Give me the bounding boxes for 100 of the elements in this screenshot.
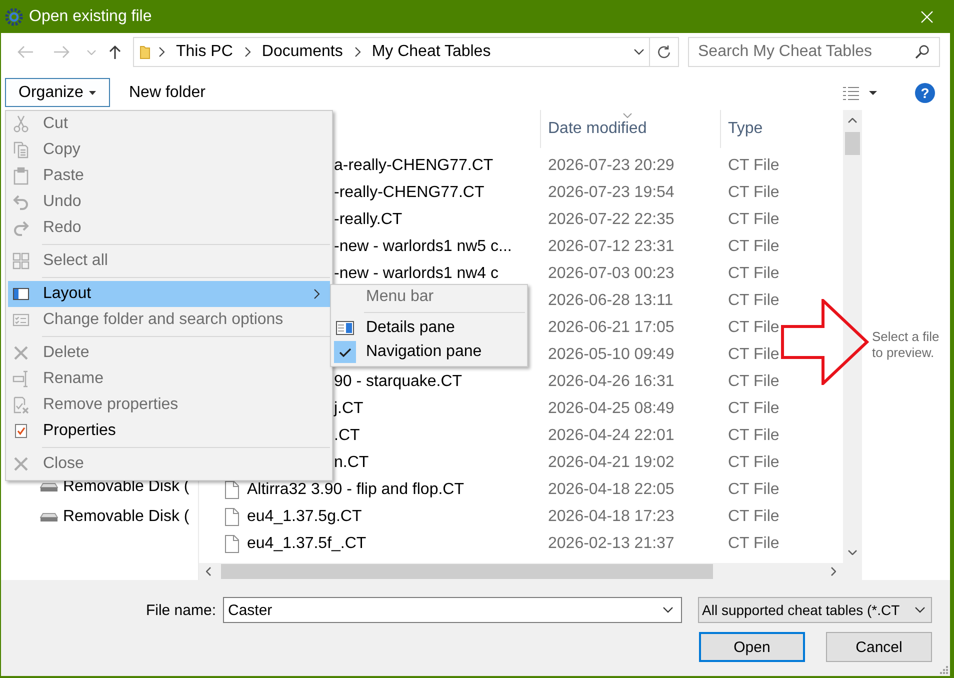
- breadcrumb[interactable]: Documents: [256, 38, 346, 66]
- clipboard-icon: [12, 167, 30, 185]
- vertical-scrollbar[interactable]: [843, 110, 862, 580]
- modified-date: 2026-05-10 09:49: [548, 346, 674, 362]
- drive-icon: [40, 512, 58, 522]
- modified-date: 2026-04-25 08:49: [548, 400, 674, 416]
- search-field[interactable]: Search My Cheat Tables: [688, 37, 940, 67]
- address-bar[interactable]: This PC Documents My Cheat Tables: [133, 37, 679, 67]
- modified-date: 2026-06-28 13:11: [548, 292, 674, 308]
- page-tick-cross-icon: [12, 396, 30, 414]
- details-view-icon: [843, 86, 859, 100]
- menu-item[interactable]: Properties: [8, 418, 330, 444]
- help-button[interactable]: ?: [915, 82, 935, 102]
- file-name[interactable]: .CT: [334, 426, 360, 444]
- dialog-button[interactable]: Cancel: [826, 632, 932, 662]
- modified-date: 2026-04-26 16:31: [548, 372, 674, 390]
- scissors-icon: [12, 115, 30, 133]
- modified-date: 2026-07-23 20:29: [548, 156, 674, 174]
- menu-item[interactable]: Navigation pane: [333, 340, 525, 364]
- chevron-right-icon[interactable]: [354, 47, 361, 57]
- file-name[interactable]: eu4_1.37.5g.CT: [247, 508, 362, 526]
- redo-icon: [12, 219, 30, 237]
- breadcrumb[interactable]: This PC: [170, 38, 236, 66]
- scrollbar-thumb[interactable]: [845, 132, 860, 155]
- file-name[interactable]: -really-CHENG77.CT: [334, 184, 484, 202]
- file-type: CT File: [728, 454, 780, 470]
- modified-date: 2026-04-18 22:05: [548, 480, 674, 498]
- file-name[interactable]: a-really-CHENG77.CT: [334, 156, 494, 174]
- modified-date: 2026-04-18 17:23: [548, 508, 674, 524]
- file-name[interactable]: -new - warlords1 nw4 c: [334, 264, 498, 282]
- file-icon: [225, 508, 239, 526]
- file-name[interactable]: j.CT: [334, 400, 364, 418]
- folder-icon: [140, 45, 150, 59]
- cross-icon: [12, 344, 30, 362]
- ticked-checkbox-icon: [12, 422, 30, 440]
- file-icon: [225, 534, 239, 552]
- file-name[interactable]: Altirra32 3.90 - flip and flop.CT: [247, 480, 464, 498]
- chevron-down-icon[interactable]: [634, 49, 644, 55]
- file-icon: [225, 480, 239, 498]
- breadcrumb[interactable]: My Cheat Tables: [366, 38, 494, 66]
- dialog-button[interactable]: Open: [699, 632, 805, 662]
- caret-down-icon: [89, 90, 96, 94]
- file-type: CT File: [728, 238, 780, 254]
- file-type: CT File: [728, 318, 780, 336]
- nav-item[interactable]: Removable Disk (: [1, 502, 198, 532]
- modified-date: 2026-07-03 00:23: [548, 264, 674, 282]
- drive-icon: [40, 482, 58, 492]
- menu-item[interactable]: Details pane: [333, 316, 525, 340]
- close-icon: [921, 10, 933, 22]
- refresh-icon: [657, 45, 671, 59]
- file-type: CT File: [728, 426, 780, 444]
- grid-icon: [12, 252, 30, 270]
- caret-down-icon: [869, 90, 877, 94]
- chevron-right-icon: [314, 289, 320, 299]
- chevron-right-icon[interactable]: [159, 47, 165, 57]
- modified-date: 2026-07-12 23:31: [548, 238, 674, 254]
- file-name[interactable]: -really.CT: [334, 210, 402, 228]
- chevron-up-icon[interactable]: [848, 118, 857, 123]
- file-name[interactable]: -new - warlords1 nw5 c...: [334, 238, 512, 256]
- file-name-label: File name:: [146, 602, 216, 618]
- window-pane-icon: [12, 285, 30, 303]
- forward-arrow-icon: [54, 45, 70, 59]
- file-type: CT File: [728, 372, 780, 390]
- chevron-down-icon: [86, 50, 96, 54]
- column-header[interactable]: Date modified: [540, 110, 720, 148]
- window-title: Open existing file: [29, 8, 152, 26]
- chevron-down-icon[interactable]: [848, 550, 857, 555]
- file-type: CT File: [728, 508, 780, 524]
- file-name[interactable]: eu4_1.37.5f_.CT: [247, 534, 366, 552]
- up-arrow-icon: [109, 45, 121, 59]
- file-name[interactable]: n.CT: [334, 454, 369, 472]
- chevron-left-icon[interactable]: [206, 567, 211, 576]
- modified-date: 2026-04-21 19:02: [548, 454, 674, 470]
- scrollbar-thumb[interactable]: [221, 564, 713, 579]
- resize-grip-icon[interactable]: [940, 666, 948, 674]
- file-type: CT File: [728, 400, 780, 416]
- modified-date: 2026-02-13 21:37: [548, 534, 674, 552]
- close-icon: [12, 455, 30, 473]
- modified-date: 2026-07-22 22:35: [548, 210, 674, 228]
- new-folder-button[interactable]: New folder: [120, 78, 214, 107]
- file-name[interactable]: 90 - starquake.CT: [334, 372, 462, 390]
- file-type: CT File: [728, 346, 780, 362]
- file-type: CT File: [728, 210, 780, 228]
- file-type-dropdown[interactable]: All supported cheat tables (*.CT: [698, 597, 932, 623]
- chevron-down-icon[interactable]: [663, 607, 673, 613]
- chevron-right-icon[interactable]: [831, 567, 836, 576]
- checklist-icon: [12, 311, 30, 329]
- file-type: CT File: [728, 292, 780, 308]
- menu-item[interactable]: Layout: [8, 281, 330, 307]
- file-type: CT File: [728, 156, 780, 174]
- chevron-right-icon[interactable]: [244, 47, 251, 57]
- file-name-field[interactable]: Caster: [223, 597, 682, 623]
- search-icon: [915, 45, 929, 59]
- copy-icon: [12, 141, 30, 159]
- organize-button[interactable]: Organize: [5, 78, 110, 107]
- file-type: CT File: [728, 264, 780, 282]
- preview-message: Select a file to preview.: [872, 329, 940, 361]
- modified-date: 2026-07-23 19:54: [548, 184, 674, 200]
- back-arrow-icon: [17, 45, 33, 59]
- horizontal-scrollbar[interactable]: [199, 563, 843, 580]
